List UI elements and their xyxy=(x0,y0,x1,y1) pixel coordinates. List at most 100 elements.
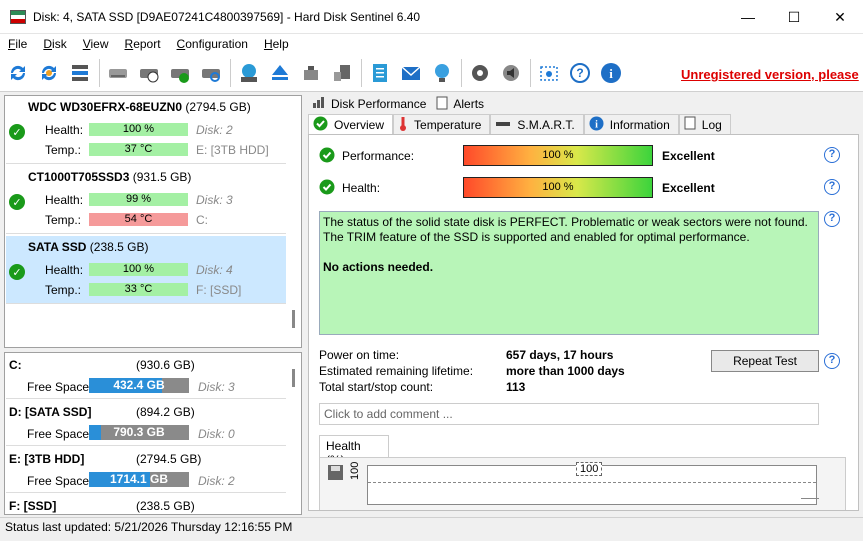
title-bar: Disk: 4, SATA SSD [D9AE07241C4800397569]… xyxy=(0,0,863,34)
top-tabs: Disk Performance Alerts xyxy=(308,95,490,113)
disk-index: Disk: 4 xyxy=(196,263,233,277)
eject-icon[interactable] xyxy=(268,61,292,85)
disk-check-icon[interactable] xyxy=(168,61,192,85)
minimize-button[interactable]: — xyxy=(725,0,771,34)
volume-item[interactable]: E: [3TB HDD] (2794.5 GB) Free Space 1714… xyxy=(6,447,286,493)
info-icon[interactable]: i xyxy=(599,61,623,85)
help-icon[interactable]: ? xyxy=(824,211,840,227)
menu-help[interactable]: Help xyxy=(256,37,297,51)
ok-check-icon: ✓ xyxy=(9,264,25,280)
disk-list-icon[interactable] xyxy=(68,61,92,85)
document-icon xyxy=(684,116,696,133)
disk-clock-icon[interactable] xyxy=(137,61,161,85)
volume-name: E: [3TB HDD] xyxy=(9,452,85,466)
disk-index: Disk: 3 xyxy=(196,193,233,207)
performance-label: Performance: xyxy=(342,149,415,163)
disk-card-2[interactable]: CT1000T705SSD3 (931.5 GB) ✓ Health: 99 %… xyxy=(6,166,286,234)
info-icon: i xyxy=(589,116,604,134)
volume-size: (894.2 GB) xyxy=(136,405,195,419)
menu-file[interactable]: File xyxy=(0,37,35,51)
health-label: Health: xyxy=(45,193,84,207)
volume-disk: Disk: 3 xyxy=(198,380,235,394)
ok-check-icon: ✓ xyxy=(9,194,25,210)
disk-icon[interactable] xyxy=(106,61,130,85)
tab-health-graph[interactable]: Health (%) xyxy=(319,435,389,467)
disk-drive: C: xyxy=(196,213,208,227)
volume-name: C: xyxy=(9,358,22,372)
menu-configuration[interactable]: Configuration xyxy=(169,37,256,51)
help-icon[interactable]: ? xyxy=(824,353,840,369)
gear-icon[interactable] xyxy=(468,61,492,85)
sound-icon[interactable] xyxy=(499,61,523,85)
health-label: Health: xyxy=(342,181,381,195)
power-on-value: 657 days, 17 hours xyxy=(506,348,614,362)
disk-card-3[interactable]: SATA SSD (238.5 GB) ✓ Health: 100 % Disk… xyxy=(6,236,286,304)
smart-icon xyxy=(495,118,511,132)
volume-list-scrollbar[interactable] xyxy=(292,369,295,387)
usb-disk-icon[interactable] xyxy=(299,61,323,85)
menu-view[interactable]: View xyxy=(75,37,117,51)
tab-smart[interactable]: S.M.A.R.T. xyxy=(490,114,584,134)
tab-information[interactable]: i Information xyxy=(583,114,679,134)
free-space-label: Free Space xyxy=(27,474,90,488)
tab-log[interactable]: Log xyxy=(678,114,731,134)
disk-card-1[interactable]: WDC WD30EFRX-68EUZN0 (2794.5 GB) ✓ Healt… xyxy=(6,96,286,164)
temp-bar: 33 °C xyxy=(89,283,188,296)
volume-item[interactable]: D: [SATA SSD] (894.2 GB) Free Space 790.… xyxy=(6,400,286,446)
graph-axis-label: 100 xyxy=(349,461,361,480)
disk-search-icon[interactable] xyxy=(199,61,223,85)
volume-name: D: [SATA SSD] xyxy=(9,405,92,419)
repeat-test-button[interactable]: Repeat Test xyxy=(711,350,819,372)
temp-label: Temp.: xyxy=(45,213,82,227)
refresh-icon[interactable] xyxy=(6,61,30,85)
help-icon[interactable]: ? xyxy=(568,61,592,85)
screenshot-icon[interactable] xyxy=(537,61,561,85)
tab-temperature[interactable]: Temperature xyxy=(393,114,491,134)
menu-report[interactable]: Report xyxy=(117,37,169,51)
free-space-label: Free Space xyxy=(27,380,90,394)
health-bar: 100 % xyxy=(89,123,188,136)
lifetime-label: Estimated remaining lifetime: xyxy=(319,364,474,378)
app-icon xyxy=(10,9,26,24)
free-space-bar: 790.3 GB xyxy=(89,425,189,440)
network-icon[interactable] xyxy=(430,61,454,85)
overview-panel: Performance: 100 % Excellent ? Health: 1… xyxy=(308,134,859,511)
volume-item[interactable]: F: [SSD] (238.5 GB) xyxy=(6,494,286,514)
status-text: The status of the solid state disk is PE… xyxy=(323,215,808,229)
disk-drive: F: [SSD] xyxy=(196,283,242,297)
disk-list-panel: WDC WD30EFRX-68EUZN0 (2794.5 GB) ✓ Healt… xyxy=(4,95,302,348)
tab-overview[interactable]: Overview xyxy=(308,114,394,134)
save-icon[interactable] xyxy=(327,464,344,481)
help-icon[interactable]: ? xyxy=(824,179,840,195)
tab-alerts[interactable]: Alerts xyxy=(432,95,490,113)
health-bar: 99 % xyxy=(89,193,188,206)
refresh-all-icon[interactable] xyxy=(37,61,61,85)
network-disk-icon[interactable] xyxy=(330,61,354,85)
document-icon xyxy=(436,96,448,113)
help-icon[interactable]: ? xyxy=(824,147,840,163)
volume-list-panel: C: (930.6 GB) Free Space 432.4 GB Disk: … xyxy=(4,352,302,515)
globe-disk-icon[interactable] xyxy=(237,61,261,85)
report-icon[interactable] xyxy=(368,61,392,85)
free-space-bar: 1714.1 GB xyxy=(89,472,189,487)
mail-icon[interactable] xyxy=(399,61,423,85)
unregistered-link[interactable]: Unregistered version, please xyxy=(681,67,859,82)
startstop-label: Total start/stop count: xyxy=(319,380,434,394)
tab-disk-performance[interactable]: Disk Performance xyxy=(308,95,432,113)
health-rating: Excellent xyxy=(662,181,715,195)
disk-title: WDC WD30EFRX-68EUZN0 (2794.5 GB) xyxy=(28,100,251,114)
disk-title: CT1000T705SSD3 (931.5 GB) xyxy=(28,170,192,184)
free-space-bar: 432.4 GB xyxy=(89,378,189,393)
close-button[interactable]: ✕ xyxy=(817,0,863,34)
disk-drive: E: [3TB HDD] xyxy=(196,143,269,157)
disk-list-scrollbar[interactable] xyxy=(292,310,295,328)
maximize-button[interactable]: ☐ xyxy=(771,0,817,34)
volume-name: F: [SSD] xyxy=(9,499,57,513)
comment-input[interactable]: Click to add comment ... xyxy=(319,403,819,425)
thermometer-icon xyxy=(398,116,408,134)
health-bar: 100 % xyxy=(463,177,653,198)
volume-disk: Disk: 2 xyxy=(198,474,235,488)
menu-disk[interactable]: Disk xyxy=(35,37,74,51)
volume-item[interactable]: C: (930.6 GB) Free Space 432.4 GB Disk: … xyxy=(6,353,286,399)
volume-disk: Disk: 0 xyxy=(198,427,235,441)
